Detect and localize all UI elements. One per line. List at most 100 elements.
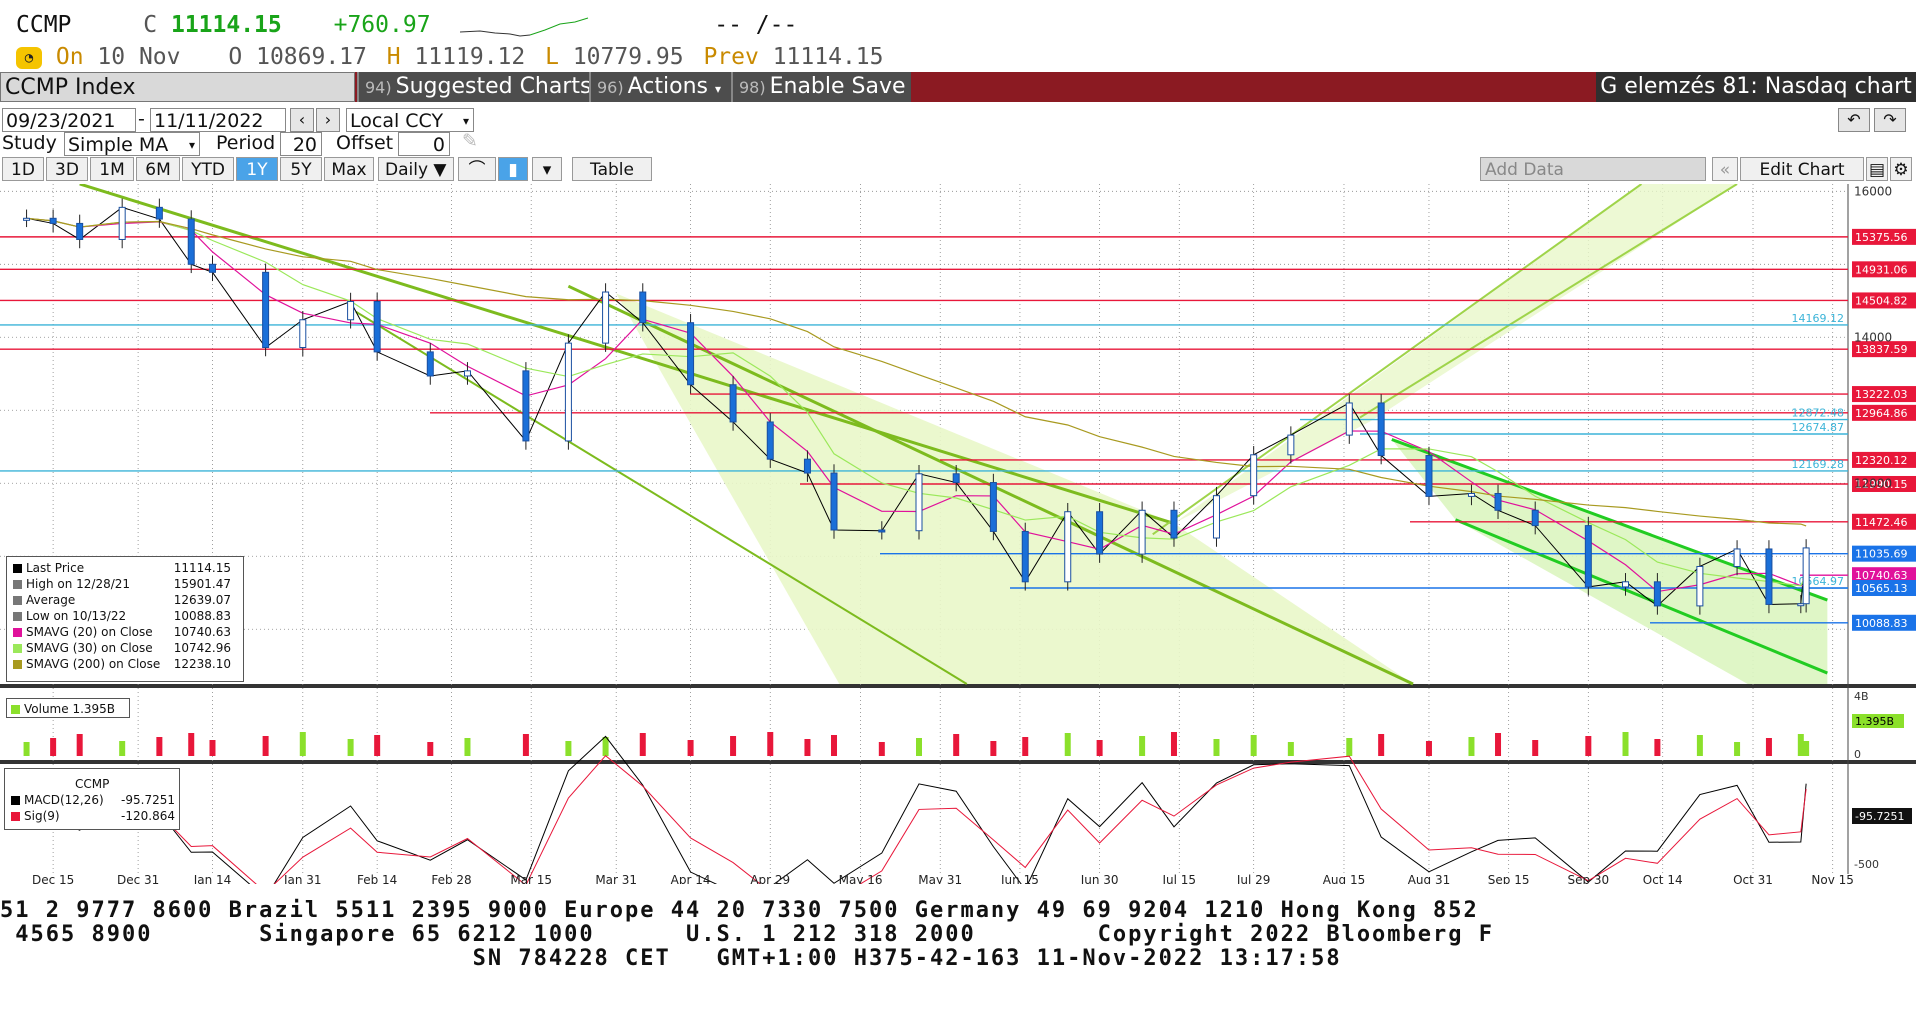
- x-tick-label: Apr 14: [671, 873, 711, 884]
- price-change: +760.97: [333, 12, 431, 38]
- legend-swatch: [13, 580, 22, 589]
- add-data-input[interactable]: Add Data: [1480, 157, 1706, 181]
- candle-body: [1622, 581, 1630, 588]
- volume-bar: [1495, 733, 1502, 756]
- level-line-label: 12169.28: [1792, 458, 1845, 471]
- level-tag-label: 10565.13: [1855, 582, 1908, 595]
- volume-bar: [916, 738, 922, 756]
- level-line-label: 12872.48: [1792, 407, 1845, 420]
- volume-legend-label: Volume 1.395B: [24, 702, 116, 716]
- macd-tick-label: -500: [1854, 858, 1879, 871]
- legend-value: 15901.47: [173, 577, 231, 591]
- level-tag-label: 14931.06: [1855, 263, 1908, 276]
- tab-max[interactable]: Max: [324, 157, 374, 181]
- volume-bar: [1378, 734, 1385, 756]
- candle-body: [1345, 402, 1353, 436]
- chart-type-dropdown[interactable]: ▾: [532, 157, 562, 181]
- volume-bar: [804, 739, 811, 756]
- level-tag-label: 11472.46: [1855, 516, 1908, 529]
- quote-line: CCMP C 11114.15 +760.97 -- /--: [16, 12, 797, 38]
- sig-value: -120.864: [121, 809, 175, 823]
- volume-bar: [1803, 741, 1810, 756]
- close-price: 11114.15: [170, 12, 282, 38]
- volume-bar: [209, 740, 216, 756]
- tab-1d[interactable]: 1D: [2, 157, 44, 181]
- level-tag-label: 13837.59: [1855, 343, 1908, 356]
- tab-1m[interactable]: 1M: [90, 157, 134, 181]
- legend-label: SMAVG (20) on Close: [26, 625, 153, 639]
- candle-body: [155, 206, 163, 220]
- x-tick-label: Aug 31: [1408, 873, 1451, 884]
- legend-label: SMAVG (200) on Close: [26, 657, 161, 671]
- level-tag-label: 10088.83: [1855, 617, 1908, 630]
- pencil-icon[interactable]: ✎: [462, 130, 478, 152]
- low-label: L: [545, 44, 559, 70]
- level-tag-label: 12964.86: [1855, 407, 1908, 420]
- study-select[interactable]: Simple MA ▾: [64, 132, 200, 156]
- tab-5y[interactable]: 5Y: [280, 157, 322, 181]
- date-to-input[interactable]: 11/11/2022: [150, 108, 286, 132]
- volume-bar: [1170, 732, 1177, 756]
- prev-range-button[interactable]: ‹: [290, 108, 314, 132]
- line-chart-icon[interactable]: ⌒: [458, 157, 496, 181]
- x-tick-label: Jan 31: [283, 873, 322, 884]
- legend-value: 12639.07: [173, 593, 231, 607]
- volume-bar: [767, 732, 774, 756]
- volume-legend: Volume 1.395B: [6, 698, 130, 718]
- tab-ytd[interactable]: YTD: [182, 157, 234, 181]
- currency-select[interactable]: Local CCY ▾: [346, 108, 474, 132]
- level-tag-label: 11035.69: [1855, 548, 1908, 561]
- price-chart[interactable]: 15375.56 14931.06 14504.82 14169.12 13837.59…: [0, 184, 1916, 884]
- suggested-label: Suggested Charts: [395, 74, 592, 99]
- redo-icon[interactable]: ↷: [1874, 108, 1906, 132]
- footer-line-2: 4565 8900 Singapore 65 6212 1000 U.S. 1 …: [0, 922, 1495, 947]
- candle-body: [118, 206, 126, 240]
- x-tick-label: Sep 30: [1567, 873, 1609, 884]
- legend-swatch: [13, 628, 22, 637]
- volume-bar: [831, 735, 838, 756]
- candle-chart-icon[interactable]: ▮: [498, 157, 528, 181]
- suggested-charts-button[interactable]: 94) Suggested Charts: [357, 72, 595, 102]
- actions-button[interactable]: 96) Actions ▾: [589, 72, 737, 102]
- candle-body: [1170, 509, 1178, 539]
- edit-chart-button[interactable]: Edit Chart: [1740, 157, 1864, 181]
- candle-body: [952, 473, 960, 484]
- ticker-input[interactable]: CCMP Index: [0, 72, 355, 102]
- gear-icon[interactable]: ⚙: [1890, 157, 1912, 181]
- candle-body: [463, 370, 471, 377]
- undo-icon[interactable]: ↶: [1838, 108, 1870, 132]
- frequency-select[interactable]: Daily ▼: [378, 157, 454, 181]
- collapse-icon[interactable]: «: [1712, 157, 1738, 181]
- volume-bar: [565, 741, 572, 756]
- tab-1y[interactable]: 1Y: [236, 157, 278, 181]
- save-label: Enable Save: [769, 74, 906, 99]
- x-tick-label: Aug 15: [1323, 873, 1366, 884]
- legend-swatch: [11, 705, 20, 714]
- volume-bar: [262, 736, 269, 756]
- tab-6m[interactable]: 6M: [136, 157, 180, 181]
- candle-body: [564, 342, 572, 442]
- volume-bar: [188, 733, 195, 756]
- candle-body: [1696, 565, 1704, 607]
- candle-body: [1531, 509, 1539, 527]
- legend-label: Last Price: [26, 561, 85, 575]
- legend-swatch: [13, 612, 22, 621]
- volume-bar: [1425, 741, 1432, 756]
- x-tick-label: Apr 29: [750, 873, 790, 884]
- candle-body: [687, 322, 695, 386]
- tab-3d[interactable]: 3D: [46, 157, 88, 181]
- enable-save-button[interactable]: 98) Enable Save: [731, 72, 911, 102]
- ticker-symbol: CCMP: [16, 12, 72, 38]
- candle-body: [766, 421, 774, 460]
- volume-bar: [1064, 733, 1071, 756]
- period-input[interactable]: 20: [280, 132, 322, 156]
- settings-icon[interactable]: ▤: [1866, 157, 1888, 181]
- offset-input[interactable]: 0: [398, 132, 450, 156]
- volume-bar: [1213, 739, 1220, 756]
- volume-bar: [878, 742, 885, 756]
- date-from-input[interactable]: 09/23/2021: [2, 108, 136, 132]
- volume-bar: [1622, 732, 1629, 756]
- candle-body: [1212, 495, 1220, 539]
- next-range-button[interactable]: ›: [316, 108, 340, 132]
- table-button[interactable]: Table: [572, 157, 652, 181]
